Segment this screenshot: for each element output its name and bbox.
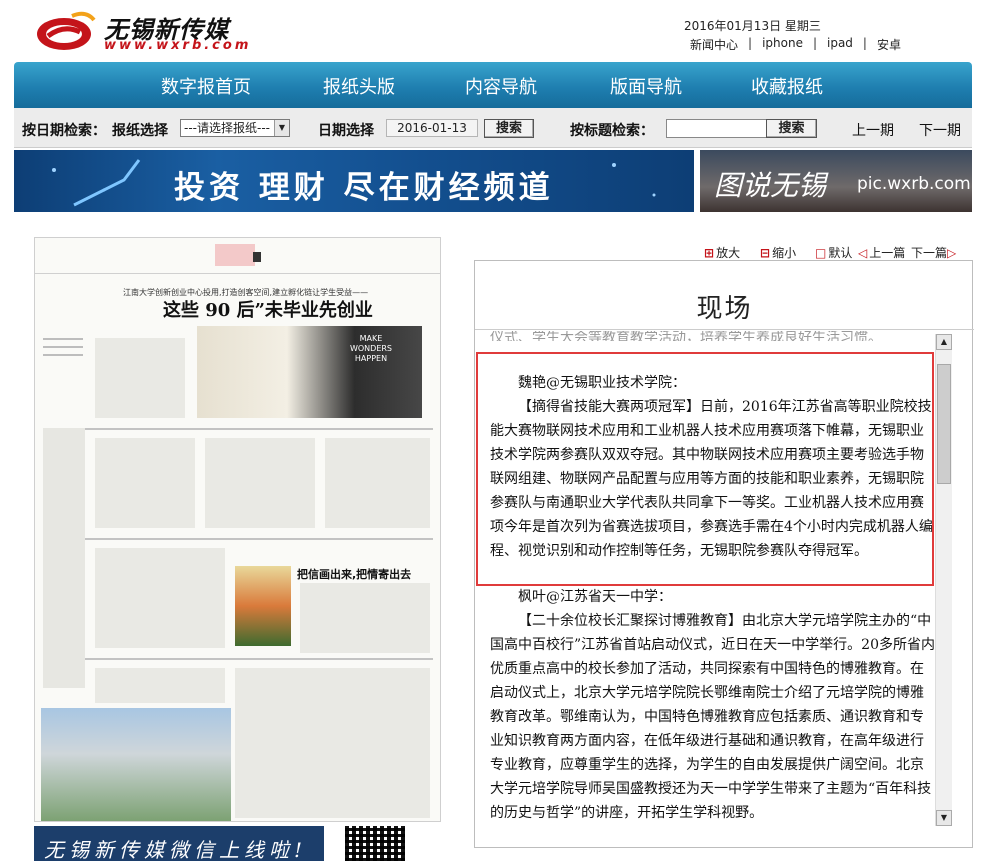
- article-paragraph-2: 【二十余位校长汇聚探讨博雅教育】由北京大学元培学院主办的“中国高中百校行”江苏省…: [490, 613, 935, 821]
- finance-banner[interactable]: 投资 理财 尽在财经频道: [14, 150, 694, 212]
- finance-banner-text: 投资 理财 尽在财经频道: [174, 170, 554, 206]
- top-link-android[interactable]: 安卓: [877, 36, 901, 53]
- top-link-news-center[interactable]: 新闻中心: [690, 36, 738, 53]
- date-search-button[interactable]: 搜索: [484, 119, 534, 138]
- top-links: 新闻中心 | iphone | ipad | 安卓: [690, 36, 901, 53]
- article-title: 现场: [696, 294, 753, 324]
- zoom-default-button[interactable]: □ 默认: [815, 244, 852, 261]
- separator: |: [748, 36, 753, 50]
- article-author-2: 枫叶@江苏省天一中学：: [518, 589, 672, 605]
- nav-digital-home[interactable]: 数字报首页: [161, 73, 251, 99]
- separator: |: [812, 36, 817, 50]
- site-header: 无锡新传媒 www.wxrb.com 2016年01月13日 星期三 新闻中心 …: [0, 0, 984, 62]
- top-link-ipad[interactable]: ipad: [827, 36, 853, 53]
- scroll-thumb[interactable]: [937, 364, 951, 484]
- zoom-in-button[interactable]: ⊞ 放大: [704, 244, 740, 261]
- nav-layout-guide[interactable]: 版面导航: [610, 73, 682, 99]
- logo-mark-icon: [37, 11, 96, 50]
- title-search-input[interactable]: [666, 119, 768, 138]
- nav-favorites[interactable]: 收藏报纸: [751, 73, 823, 99]
- paper-select-value: ---请选择报纸---: [184, 121, 270, 135]
- arrow-left-icon: ◁: [858, 246, 868, 260]
- prev-issue-link[interactable]: 上一期: [852, 120, 894, 140]
- date-input[interactable]: 2016-01-13: [386, 119, 478, 137]
- nav-front-page[interactable]: 报纸头版: [323, 73, 395, 99]
- zoom-default-label: 默认: [828, 246, 853, 260]
- pic-banner-url: pic.wxrb.com: [857, 174, 971, 194]
- date-select-label: 日期选择: [318, 123, 374, 139]
- prev-article-label: 上一篇: [869, 246, 906, 260]
- article-title-rule: [475, 329, 974, 330]
- scroll-down-icon[interactable]: ▼: [936, 810, 952, 826]
- weixin-banner[interactable]: 无锡新传媒微信上线啦!: [34, 826, 324, 861]
- next-article-label: 下一篇: [911, 246, 948, 260]
- paper-select-label: 报纸选择: [112, 123, 168, 139]
- current-date: 2016年01月13日 星期三: [684, 19, 821, 33]
- prev-article-link[interactable]: ◁ 上一篇: [858, 244, 905, 261]
- newspaper-page-image[interactable]: 江南大学创新创业中心投用,打造创客空间,建立孵化链让学生受益—— 这些 90 后…: [34, 237, 441, 822]
- zoom-out-button[interactable]: ⊟ 缩小: [760, 244, 796, 261]
- search-by-date-label: 按日期检索：: [22, 123, 106, 139]
- nav-content-guide[interactable]: 内容导航: [465, 73, 537, 99]
- chevron-down-icon[interactable]: ▼: [274, 120, 289, 136]
- pic-banner-title: 图说无锡: [714, 169, 827, 202]
- top-link-iphone[interactable]: iphone: [762, 36, 803, 53]
- paper-text-columns-icon: [43, 244, 430, 818]
- square-icon: □: [815, 246, 827, 260]
- main-nav: 数字报首页 报纸头版 内容导航 版面导航 收藏报纸: [14, 62, 972, 108]
- article-scrollbar[interactable]: ▲ ▼: [935, 334, 952, 826]
- separator: |: [862, 36, 867, 50]
- minus-icon: ⊟: [760, 246, 771, 260]
- highlight-box: [476, 352, 934, 586]
- logo-url: www.wxrb.com: [104, 38, 252, 53]
- scroll-up-icon[interactable]: ▲: [936, 334, 952, 350]
- zoom-in-label: 放大: [716, 246, 741, 260]
- zoom-out-label: 缩小: [772, 246, 797, 260]
- qr-code-icon: [345, 826, 405, 861]
- title-search-button[interactable]: 搜索: [766, 119, 817, 138]
- weixin-banner-text: 无锡新传媒微信上线啦!: [44, 838, 308, 861]
- next-issue-link[interactable]: 下一期: [919, 120, 961, 140]
- search-bar: 按日期检索： 报纸选择 ---请选择报纸--- ▼ 日期选择 2016-01-1…: [14, 108, 972, 148]
- next-article-link[interactable]: 下一篇▷: [911, 244, 958, 261]
- paper-select[interactable]: ---请选择报纸--- ▼: [180, 119, 290, 137]
- article-clipped-line: 仪式、学生大会等教育教学活动，培养学生养成良好生活习惯。: [490, 331, 882, 341]
- pic-wxrb-banner[interactable]: 图说无锡 pic.wxrb.com: [700, 150, 972, 212]
- title-search-label: 按标题检索：: [570, 123, 654, 139]
- arrow-right-icon: ▷: [947, 246, 957, 260]
- site-logo[interactable]: 无锡新传媒 www.wxrb.com: [34, 6, 264, 58]
- plus-icon: ⊞: [704, 246, 715, 260]
